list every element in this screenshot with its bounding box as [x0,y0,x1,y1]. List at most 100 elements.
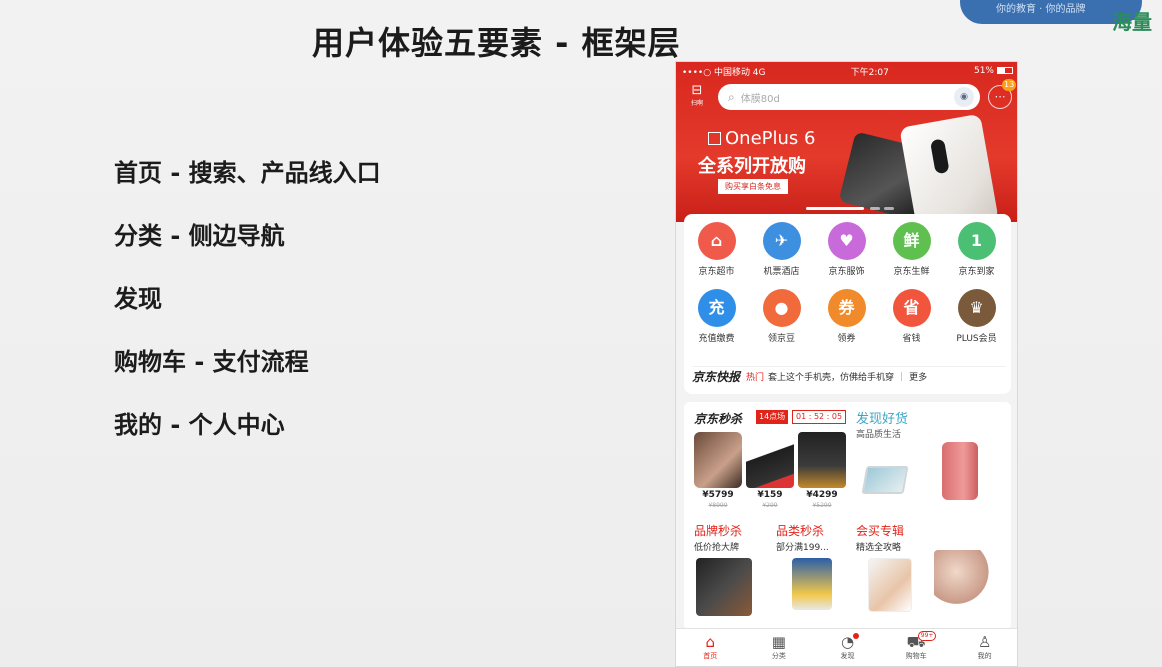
seckill-session-tag: 14点场 [756,410,789,424]
seckill-old-price: ¥8999 [708,502,728,509]
seckill-old-price: ¥5299 [812,502,832,509]
news-divider: | [900,371,904,382]
category-label: 领京豆 [767,334,795,344]
promo-album-desc: 精选全攻略 [856,543,902,553]
discover-goods-subtitle: 高品质生活 [856,430,902,440]
bullet-profile: 我的 - 个人中心 [114,411,285,439]
category-item[interactable]: ● 领京豆 [749,289,814,344]
tab-home[interactable]: ⌂ 首页 [676,629,745,666]
bottom-tab-bar: ⌂ 首页 ▦ 分类 ◔ 发现 ⛟ 购物车 99+ ♙ 我的 [676,628,1017,666]
promo-brand-sale-desc: 低价抢大牌 [694,543,740,553]
category-item[interactable]: ♥ 京东服饰 [814,222,879,277]
category-label: 充值缴费 [698,334,735,344]
discover-product-cup[interactable] [942,442,978,500]
category-item[interactable]: 充充值缴费 [684,289,749,344]
status-carrier: ••••○ 中国移动 4G [682,67,766,78]
category-item[interactable]: 省省钱 [879,289,944,344]
tab-profile[interactable]: ♙ 我的 [950,629,1017,666]
scan-button[interactable]: ⊟ 扫啊 [684,84,710,110]
seckill-product-massage-chair[interactable] [694,432,742,488]
deals-section: 京东秒杀 14点场 01 : 52 : 05 ¥5799 ¥159 ¥4299 … [684,402,1011,630]
banner-tag[interactable]: 购买享白条免息 [718,179,788,194]
status-time: 下午2:07 [850,67,889,78]
discover-icon: ◔ [840,633,855,651]
category-grid: ⌂ 京东超市 ✈ 机票酒店 ♥ 京东服饰鲜京东生鲜 1 京东到家充充值缴费 ● 领京豆 券领券省省钱… [684,222,1011,344]
tab-category[interactable]: ▦ 分类 [745,629,814,666]
category-label: 京东生鲜 [893,267,930,277]
news-text[interactable]: 套上这个手机壳，仿佛给手机穿 [768,370,894,383]
seckill-price: ¥159 [757,490,783,500]
discover-goods-title[interactable]: 发现好货 [856,408,908,427]
tab-label: 分类 [771,652,786,660]
banner-pagination [806,207,896,210]
search-icon: ⌕ [728,89,735,104]
message-badge: 13 [1002,79,1017,91]
message-icon: ⋯ [994,90,1006,103]
scan-icon: ⊟ [691,83,703,98]
hero-banner[interactable]: ••••○ 中国移动 4G 下午2:07 51% ⊟ 扫啊 ⌕ 体膜80d ◉ … [676,62,1017,235]
oneplus-logo-icon [708,132,721,145]
seckill-price: ¥4299 [806,490,838,500]
save-money-icon: 省 [892,289,931,327]
scan-label: 扫啊 [690,100,703,107]
plane-icon: ✈ [762,222,801,260]
phone-screenshot: ••••○ 中国移动 4G 下午2:07 51% ⊟ 扫啊 ⌕ 体膜80d ◉ … [675,61,1018,667]
status-battery-group: 51% [974,66,1013,76]
category-item[interactable]: ♛ PLUS会员 [944,289,1009,344]
category-label: 京东超市 [698,267,735,277]
seckill-countdown: 01 : 52 : 05 [792,410,847,424]
category-item[interactable]: ⌂ 京东超市 [684,222,749,277]
search-input[interactable]: ⌕ 体膜80d ◉ [718,84,980,110]
cart-icon: ⌂ [697,222,736,260]
category-item[interactable]: 1 京东到家 [944,222,1009,277]
tab-discover[interactable]: ◔ 发现 [813,629,882,666]
bullet-list: 首页 - 搜索、产品线入口 分类 - 侧边导航 发现 购物车 - 支付流程 我的… [114,155,381,470]
seckill-price: ¥5799 [702,490,734,500]
bullet-category: 分类 - 侧边导航 [114,222,285,250]
plus-crown-icon: ♛ [957,289,996,327]
news-ticker[interactable]: 京东快报 热门 套上这个手机壳，仿佛给手机穿 | 更多 [692,366,1006,386]
banner-dot-active [806,207,864,210]
promo-product-iphone[interactable] [868,558,912,612]
promo-category-sale-title[interactable]: 品类秒杀 [776,522,824,539]
category-label: 机票酒店 [763,267,800,277]
promo-album-title[interactable]: 会买专辑 [856,522,904,539]
tab-cart-tab[interactable]: ⛟ 购物车 99+ [882,629,951,666]
seckill-product-electronics[interactable] [798,432,846,488]
promo-brand-sale-title[interactable]: 品牌秒杀 [694,522,742,539]
category-item[interactable]: ✈ 机票酒店 [749,222,814,277]
news-more-link[interactable]: 更多 [909,370,927,383]
voice-search-icon[interactable]: ◉ [954,87,974,107]
fresh-icon: 鲜 [892,222,931,260]
seckill-product-shoes[interactable] [746,432,794,488]
tab-label: 购物车 [905,652,927,660]
category-item[interactable]: 鲜京东生鲜 [879,222,944,277]
category-label: 京东到家 [958,267,995,277]
promo-product-hair-dryer[interactable] [934,550,998,612]
corner-brand-logo: 海量 [1112,10,1152,34]
news-hot-tag: 热门 [746,373,765,383]
promo-product-induction-cooker[interactable] [696,558,752,616]
seckill-old-price: ¥299 [762,502,778,509]
tab-label: 发现 [840,652,855,660]
banner-dot [884,207,894,210]
promo-category-sale-desc: 部分满199... [776,543,829,553]
banner-brand: OnePlus 6 [708,128,815,149]
delivery-icon: 1 [957,222,996,260]
bean-icon: ● [762,289,801,327]
slide-title: 用户体验五要素 - 框架层 [312,24,681,62]
cart-tab-icon: ⛟ [906,633,926,651]
promo-product-milk-powder[interactable] [792,558,832,610]
banner-dot [870,207,880,210]
bullet-home: 首页 - 搜索、产品线入口 [114,159,381,187]
category-item[interactable]: 券领券 [814,289,879,344]
bullet-discover: 发现 [114,285,162,313]
corner-text: 你的教育 · 你的品牌 [996,4,1086,15]
discover-product-tablet[interactable] [861,466,909,494]
battery-icon [997,67,1013,74]
category-panel: ⌂ 京东超市 ✈ 机票酒店 ♥ 京东服饰鲜京东生鲜 1 京东到家充充值缴费 ● 领京豆 券领券省省钱… [684,214,1011,394]
seckill-title[interactable]: 京东秒杀 [694,410,742,427]
status-bar: ••••○ 中国移动 4G 下午2:07 51% [676,62,1017,80]
category-label: 领券 [837,334,856,344]
search-placeholder: 体膜80d [740,93,780,105]
